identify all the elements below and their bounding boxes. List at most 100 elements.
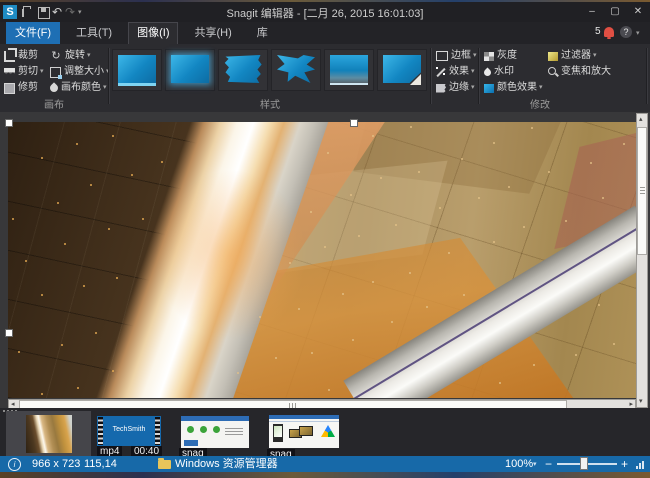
style-tile-border[interactable] <box>112 49 162 91</box>
webpage-header-bar <box>269 415 339 419</box>
grayscale-button[interactable]: 灰度 <box>484 48 517 64</box>
rivet-dot <box>90 184 92 186</box>
rivet-dot <box>613 343 615 345</box>
cut-label: 剪切 <box>18 66 38 77</box>
rivet-dot <box>41 294 43 296</box>
help-caret-icon[interactable]: ▾ <box>636 29 640 37</box>
canvas-color-label: 画布颜色 <box>61 82 101 93</box>
captured-image[interactable] <box>8 122 636 398</box>
effects-label: 效果 <box>449 66 469 77</box>
tray-grip-icon[interactable] <box>3 410 5 412</box>
redo-button[interactable]: ↷ <box>65 4 75 20</box>
phone-graphic <box>273 424 283 442</box>
tab-share[interactable]: 共享(H) <box>185 22 240 44</box>
zoom-out-button[interactable]: − <box>545 456 552 472</box>
crop-button[interactable]: 裁剪 <box>4 48 38 64</box>
style-tile-shadow[interactable] <box>165 49 215 91</box>
zoom-caret-icon[interactable]: ▾ <box>533 457 537 473</box>
rivet-dot <box>131 174 133 176</box>
open-icon[interactable] <box>22 9 24 17</box>
group-label-canvas: 画布 <box>0 96 108 111</box>
rivet-dot <box>478 197 480 199</box>
style-tile-torn-edge[interactable] <box>218 49 268 91</box>
help-icon[interactable]: ? <box>620 26 632 38</box>
zoom-level[interactable]: 100% <box>505 456 533 472</box>
effects-button[interactable]: 效果▾ <box>436 64 475 80</box>
cut-button[interactable]: 剪切▾ <box>4 64 44 80</box>
zoom-magnify-button[interactable]: 变焦和放大 <box>548 64 611 80</box>
scroll-down-icon[interactable]: ▾ <box>639 397 643 406</box>
rivet-dot <box>461 158 463 160</box>
edges-button[interactable]: 边缘▾ <box>436 80 475 96</box>
minimize-button[interactable]: – <box>583 4 601 19</box>
style-tile-ripped[interactable] <box>271 49 321 91</box>
edges-label: 边缘 <box>449 82 469 93</box>
tray-item-video[interactable]: TechSmith <box>97 416 161 446</box>
border-icon <box>436 51 448 61</box>
ribbon-tab-bar: 文件(F)工具(T)图像(I)共享(H)库 5 ? ▾ <box>0 22 650 44</box>
trim-button[interactable]: 修剪 <box>4 80 38 96</box>
vertical-scrollbar-thumb[interactable] <box>637 127 647 255</box>
rivet-dot <box>41 157 43 159</box>
green-circle-icon <box>213 426 220 433</box>
vertical-scrollbar[interactable]: ▴ ▾ <box>636 113 648 408</box>
google-drive-icon <box>321 425 335 437</box>
undo-button[interactable]: ↶ <box>52 4 62 20</box>
close-button[interactable]: ✕ <box>629 4 647 19</box>
rivet-dot <box>391 321 393 323</box>
rotate-icon: ↻ <box>50 48 62 64</box>
rivet-dot <box>426 306 428 308</box>
group-separator <box>430 48 431 104</box>
rotate-button[interactable]: ↻旋转▾ <box>50 48 91 64</box>
border-button[interactable]: 边框▾ <box>436 48 477 64</box>
dropdown-caret-icon: ▾ <box>539 84 543 91</box>
selection-handle-left-middle[interactable] <box>5 329 13 337</box>
rivet-dot <box>499 382 501 384</box>
tray-item-capture-3[interactable] <box>269 415 339 448</box>
scroll-up-icon[interactable]: ▴ <box>639 115 643 124</box>
info-icon[interactable]: i <box>8 458 21 471</box>
rivet-dot <box>142 218 144 220</box>
tab-tools[interactable]: 工具(T) <box>67 22 121 44</box>
quick-access-caret-icon[interactable]: ▾ <box>78 8 82 16</box>
zoom-slider-thumb[interactable] <box>580 457 588 470</box>
style-tile-page-curl[interactable] <box>377 49 427 91</box>
selection-handle-top-center[interactable] <box>350 119 358 127</box>
rivet-dot <box>18 351 20 353</box>
tab-library[interactable]: 库 <box>248 22 277 44</box>
text-line <box>225 434 243 435</box>
save-icon[interactable] <box>38 7 50 19</box>
color-effects-button[interactable]: 颜色效果▾ <box>484 80 543 96</box>
tab-image[interactable]: 图像(I) <box>128 22 178 44</box>
selection-handle-top-left[interactable] <box>5 119 13 127</box>
filter-icon <box>548 52 558 61</box>
magnifier-icon <box>548 67 558 77</box>
tab-file[interactable]: 文件(F) <box>6 22 60 44</box>
filters-button[interactable]: 过滤器▾ <box>548 48 597 64</box>
dropdown-caret-icon: ▾ <box>593 52 597 59</box>
rivet-dot <box>61 344 63 346</box>
rivet-dot <box>108 228 110 230</box>
rivet-dot <box>448 252 450 254</box>
rivet-dot <box>311 352 313 354</box>
snagit-app-icon[interactable]: S <box>3 5 17 19</box>
notification-bell-icon[interactable] <box>604 27 614 37</box>
grayscale-label: 灰度 <box>497 50 517 61</box>
zoom-in-button[interactable]: + <box>621 456 628 472</box>
tray-item-capture-2[interactable] <box>181 416 249 448</box>
page-curl-icon <box>410 74 421 85</box>
tray-item-current[interactable] <box>6 411 91 456</box>
rivet-dot <box>439 207 441 209</box>
maximize-button[interactable]: ▢ <box>606 4 624 19</box>
torn-edge-icon <box>436 84 446 93</box>
style-tile-fade-edge[interactable] <box>324 49 374 91</box>
filters-label: 过滤器 <box>561 50 591 61</box>
resize-button[interactable]: 调整大小▾ <box>50 64 110 80</box>
watermark-button[interactable]: 水印 <box>484 64 514 80</box>
rivet-dot <box>358 235 360 237</box>
text-line <box>225 428 243 429</box>
crop-label: 裁剪 <box>18 50 38 61</box>
rivet-dot <box>342 293 344 295</box>
dropdown-caret-icon: ▾ <box>471 84 475 91</box>
canvas-color-button[interactable]: 画布颜色▾ <box>50 80 107 96</box>
